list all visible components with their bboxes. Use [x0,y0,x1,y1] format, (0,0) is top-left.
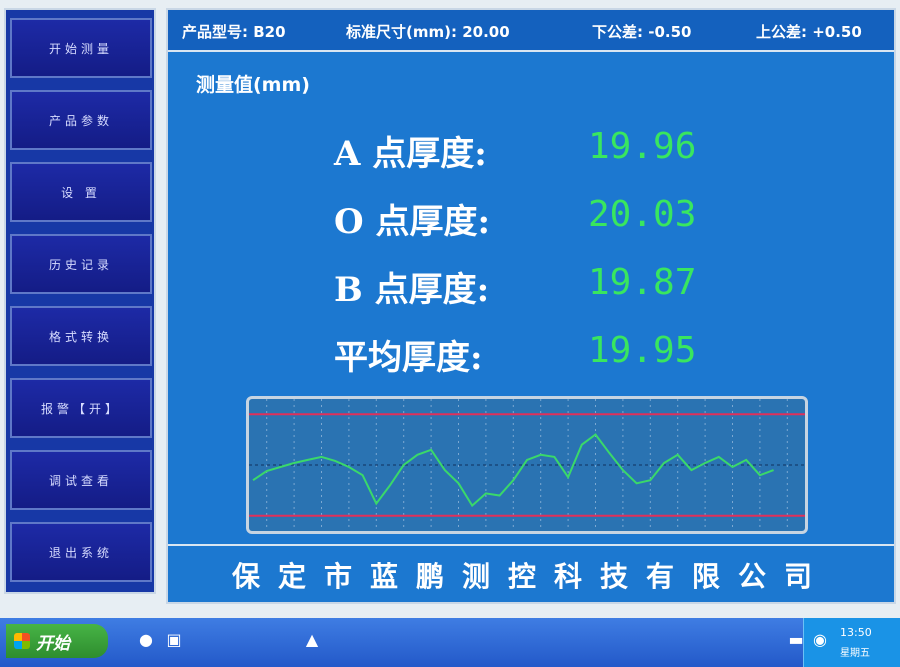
point-a-value: 19.96 [588,126,697,167]
product-params-button[interactable]: 产品参数 [10,90,152,150]
tray-day: 星期五 [840,648,870,659]
browser-icon[interactable]: ● [136,630,156,650]
product-model: 产品型号: B20 [182,23,286,41]
taskbar: 开始 ● ▣ ▲ ▬ ◉ 13:50 星期五 [0,618,900,667]
average-label: 平均厚度: [334,338,483,378]
clock[interactable]: 13:50 [840,626,872,639]
media-icon[interactable]: ▣ [164,630,184,650]
point-o-label: O 点厚度: [334,202,491,242]
standard-size: 标准尺寸(mm): 20.00 [346,23,510,41]
upper-tolerance: 上公差: +0.50 [756,23,862,41]
exit-system-button[interactable]: 退出系统 [10,522,152,582]
thickness-series-line [252,433,774,508]
trend-svg [249,399,805,531]
main-panel: 产品型号: B20 标准尺寸(mm): 20.00 下公差: -0.50 上公差… [166,8,896,604]
hmi-screen: 开始测量 产品参数 设 置 历史记录 格式转换 报警【开】 调试查看 退出系统 … [0,0,900,667]
format-convert-button[interactable]: 格式转换 [10,306,152,366]
point-a-label: A 点厚度: [334,134,487,174]
company-footer: 保定市蓝鹏测控科技有限公司 [168,544,894,604]
point-b-label: B 点厚度: [334,270,490,310]
thickness-trend-chart [246,396,808,534]
point-o-value: 20.03 [588,194,697,235]
network-icon[interactable]: ◉ [810,630,830,650]
windows-logo-icon [14,633,30,649]
start-label: 开始 [36,633,70,654]
app-icon[interactable]: ▲ [302,630,322,650]
product-header: 产品型号: B20 标准尺寸(mm): 20.00 下公差: -0.50 上公差… [168,10,894,52]
history-button[interactable]: 历史记录 [10,234,152,294]
start-measure-button[interactable]: 开始测量 [10,18,152,78]
side-nav: 开始测量 产品参数 设 置 历史记录 格式转换 报警【开】 调试查看 退出系统 [4,8,156,594]
system-tray: ◉ 13:50 星期五 [803,618,900,667]
point-b-value: 19.87 [588,262,697,303]
average-value: 19.95 [588,330,697,371]
alarm-toggle-button[interactable]: 报警【开】 [10,378,152,438]
lower-tolerance: 下公差: -0.50 [592,23,692,41]
debug-view-button[interactable]: 调试查看 [10,450,152,510]
start-button[interactable]: 开始 [6,624,108,658]
measurement-unit-label: 测量值(mm) [196,74,310,96]
settings-button[interactable]: 设 置 [10,162,152,222]
